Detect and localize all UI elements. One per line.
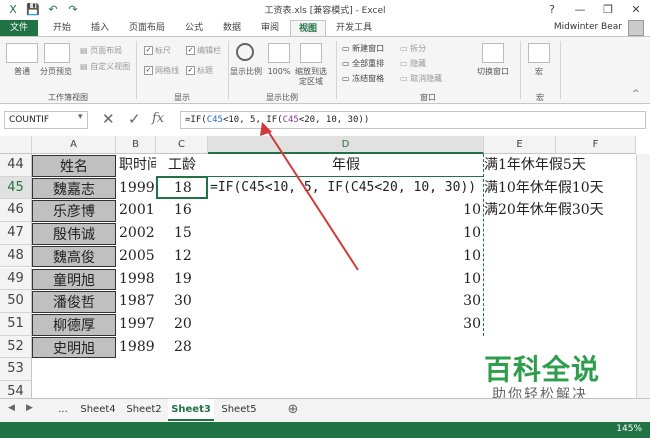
scroll-left-icon[interactable]: ◀ — [8, 403, 15, 413]
more-sheets[interactable]: ... — [52, 399, 74, 421]
sheet-tab-sheet5[interactable]: Sheet5 — [216, 399, 262, 421]
status-bar: 145% — [0, 422, 650, 438]
arrow-line — [265, 127, 359, 271]
scroll-right-icon[interactable]: ▶ — [26, 403, 33, 413]
annotation-arrow — [260, 122, 359, 271]
sheet-tab-bar: ◀ ▶ ... Sheet4 Sheet2 Sheet3 Sheet5 ⊕ — [0, 398, 650, 422]
zoom-level[interactable]: 145% — [616, 424, 642, 434]
sheet-tab-sheet4[interactable]: Sheet4 — [76, 399, 120, 421]
sheet-tab-sheet2[interactable]: Sheet2 — [122, 399, 166, 421]
sheet-tab-sheet3[interactable]: Sheet3 — [168, 399, 214, 421]
add-sheet-icon[interactable]: ⊕ — [284, 399, 302, 421]
